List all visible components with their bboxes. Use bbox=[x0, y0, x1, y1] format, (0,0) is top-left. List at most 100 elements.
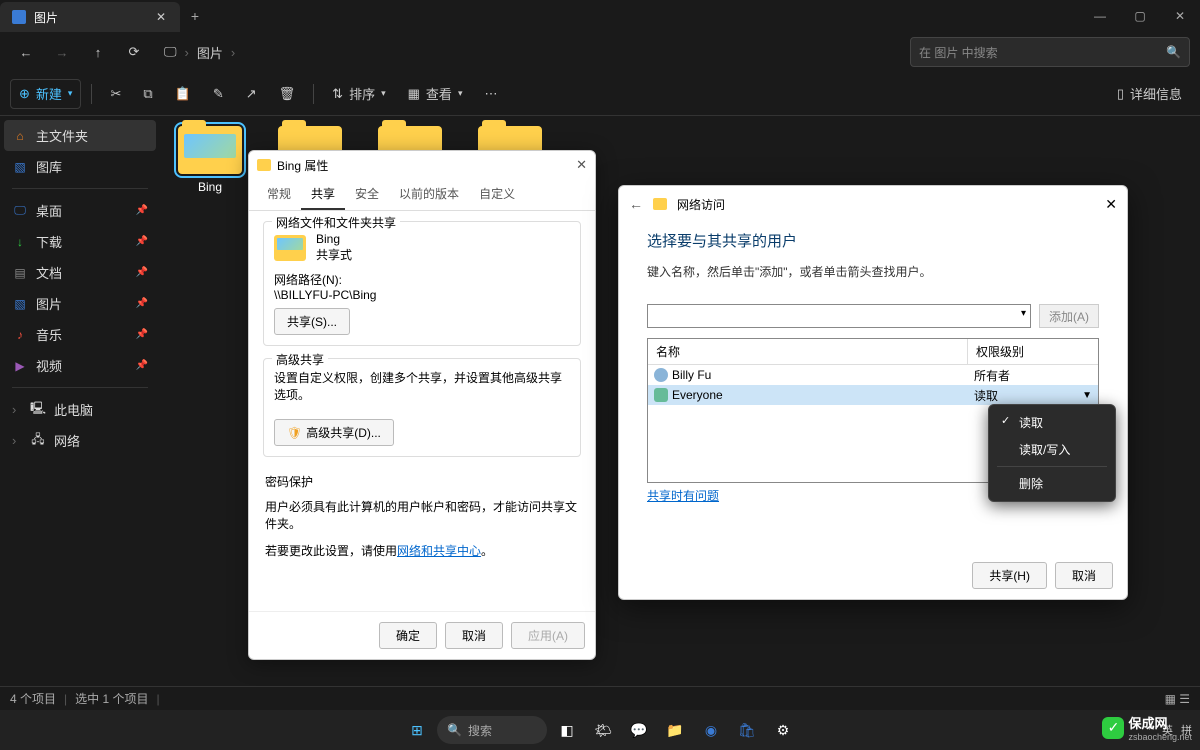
netpath-value: \\BILLYFU-PC\Bing bbox=[274, 288, 570, 302]
close-button[interactable]: ✕ bbox=[1160, 0, 1200, 32]
sidebar-item-thispc[interactable]: ›🖳此电脑 bbox=[0, 394, 160, 425]
sidebar-item-videos[interactable]: ▶视频📌 bbox=[0, 350, 160, 381]
table-row[interactable]: Billy Fu 所有者 bbox=[648, 365, 1098, 385]
delete-button[interactable]: 🗑 bbox=[271, 79, 304, 109]
tab-general[interactable]: 常规 bbox=[257, 179, 301, 210]
cut-button[interactable]: ✂ bbox=[102, 79, 129, 109]
active-tab[interactable]: 图片 ✕ bbox=[0, 2, 180, 32]
network-center-link[interactable]: 网络和共享中心 bbox=[397, 544, 481, 558]
share-button[interactable]: 共享(H) bbox=[972, 562, 1047, 589]
help-link[interactable]: 共享时有问题 bbox=[647, 489, 719, 503]
menu-item-remove[interactable]: 删除 bbox=[993, 470, 1111, 497]
start-button[interactable]: ⊞ bbox=[401, 714, 433, 746]
close-tab-icon[interactable]: ✕ bbox=[154, 10, 168, 24]
breadcrumb-item[interactable]: 图片 bbox=[197, 43, 223, 62]
more-button[interactable]: ⋯ bbox=[476, 79, 505, 109]
refresh-button[interactable]: ⟳ bbox=[118, 36, 150, 68]
new-button[interactable]: ⊕ 新建 ▾ bbox=[10, 79, 81, 109]
properties-dialog: Bing 属性 ✕ 常规 共享 安全 以前的版本 自定义 网络文件和文件夹共享 … bbox=[248, 150, 596, 660]
sidebar-item-documents[interactable]: ▤文档📌 bbox=[0, 257, 160, 288]
maximize-button[interactable]: ▢ bbox=[1120, 0, 1160, 32]
dialog-footer: 共享(H) 取消 bbox=[619, 552, 1127, 599]
watermark-logo: ✓ bbox=[1102, 717, 1124, 739]
taskbar-search[interactable]: 🔍搜索 bbox=[437, 716, 547, 744]
edge-icon[interactable]: ◉ bbox=[695, 714, 727, 746]
chevron-down-icon[interactable]: ▼ bbox=[1082, 390, 1092, 401]
chevron-right-icon: › bbox=[231, 45, 235, 60]
apply-button[interactable]: 应用(A) bbox=[511, 622, 585, 649]
dialog-title: Bing 属性 bbox=[277, 157, 328, 174]
tab-custom[interactable]: 自定义 bbox=[469, 179, 525, 210]
ok-button[interactable]: 确定 bbox=[379, 622, 437, 649]
taskbar: ⊞ 🔍搜索 ◧ 🌤 💬 📁 ◉ 🛍 ⚙ ^ 英 拼 bbox=[0, 710, 1200, 750]
nav-bar: ← → ↑ ⟳ 🖵 › 图片 › 在 图片 中搜索 🔍 bbox=[0, 32, 1200, 72]
share-button[interactable]: 共享(S)... bbox=[274, 308, 350, 335]
rename-button[interactable]: ✎ bbox=[205, 79, 232, 109]
menu-item-readwrite[interactable]: 读取/写入 bbox=[993, 436, 1111, 463]
back-icon[interactable]: ← bbox=[629, 196, 643, 212]
desktop-icon: 🖵 bbox=[12, 203, 28, 219]
tab-security[interactable]: 安全 bbox=[345, 179, 389, 210]
sidebar-item-network[interactable]: ›🖧网络 bbox=[0, 425, 160, 456]
close-icon[interactable]: ✕ bbox=[576, 157, 587, 173]
cancel-button[interactable]: 取消 bbox=[1055, 562, 1113, 589]
group-title: 网络文件和文件夹共享 bbox=[272, 214, 400, 231]
pin-icon: 📌 bbox=[136, 298, 148, 309]
chevron-down-icon: ▾ bbox=[381, 88, 386, 99]
dialog-tabs: 常规 共享 安全 以前的版本 自定义 bbox=[249, 179, 595, 211]
close-icon[interactable]: ✕ bbox=[1105, 196, 1117, 213]
share-button[interactable]: ↗ bbox=[238, 79, 265, 109]
sidebar-item-gallery[interactable]: ▧图库 bbox=[0, 151, 160, 182]
group-text: 用户必须具有此计算机的用户帐户和密码，才能访问共享文件夹。 bbox=[265, 498, 579, 532]
forward-button[interactable]: → bbox=[46, 36, 78, 68]
task-view-button[interactable]: ◧ bbox=[551, 714, 583, 746]
copy-button[interactable]: ⧉ bbox=[135, 79, 160, 109]
video-icon: ▶ bbox=[12, 358, 28, 374]
folder-bing[interactable]: Bing bbox=[170, 126, 250, 194]
network-icon: 🖧 bbox=[30, 433, 46, 449]
details-button[interactable]: ▯ 详细信息 bbox=[1109, 79, 1190, 109]
advanced-share-group: 高级共享 设置自定义权限，创建多个共享，并设置其他高级共享选项。 🛡高级共享(D… bbox=[263, 358, 581, 457]
minimize-button[interactable]: — bbox=[1080, 0, 1120, 32]
item-count: 4 个项目 bbox=[10, 690, 56, 707]
paste-button[interactable]: 📋 bbox=[167, 79, 199, 109]
sort-button[interactable]: ⇅ 排序 ▾ bbox=[324, 79, 393, 109]
cancel-button[interactable]: 取消 bbox=[445, 622, 503, 649]
sidebar-item-home[interactable]: ⌂主文件夹 bbox=[4, 120, 156, 151]
view-toggle[interactable]: ▦ ☰ bbox=[1165, 692, 1190, 706]
group-title: 高级共享 bbox=[272, 351, 328, 368]
dialog-header: ← 网络访问 ✕ bbox=[619, 186, 1127, 222]
permission-context-menu: 读取 读取/写入 删除 bbox=[988, 404, 1116, 502]
app-icon[interactable]: ⚙ bbox=[767, 714, 799, 746]
sidebar-item-downloads[interactable]: ↓下载📌 bbox=[0, 226, 160, 257]
explorer-icon[interactable]: 📁 bbox=[659, 714, 691, 746]
back-button[interactable]: ← bbox=[10, 36, 42, 68]
app-icon[interactable]: 💬 bbox=[623, 714, 655, 746]
up-button[interactable]: ↑ bbox=[82, 36, 114, 68]
table-row[interactable]: Everyone 读取▼ bbox=[648, 385, 1098, 405]
tab-previous[interactable]: 以前的版本 bbox=[389, 179, 469, 210]
col-name[interactable]: 名称 bbox=[648, 339, 968, 364]
advanced-share-button[interactable]: 🛡高级共享(D)... bbox=[274, 419, 394, 446]
menu-item-read[interactable]: 读取 bbox=[993, 409, 1111, 436]
col-permission[interactable]: 权限级别 bbox=[968, 339, 1098, 364]
tab-sharing[interactable]: 共享 bbox=[301, 179, 345, 210]
trash-icon: 🗑 bbox=[279, 86, 296, 102]
breadcrumb[interactable]: 🖵 › 图片 › bbox=[164, 43, 235, 62]
sidebar-item-desktop[interactable]: 🖵桌面📌 bbox=[0, 195, 160, 226]
store-icon[interactable]: 🛍 bbox=[731, 714, 763, 746]
group-title: 密码保护 bbox=[265, 473, 579, 490]
pin-icon: 📌 bbox=[136, 329, 148, 340]
gallery-icon: ▧ bbox=[12, 159, 28, 175]
app-icon[interactable]: 🌤 bbox=[587, 714, 619, 746]
separator bbox=[313, 84, 314, 104]
view-icon: ▦ bbox=[408, 86, 420, 102]
search-input[interactable]: 在 图片 中搜索 🔍 bbox=[910, 37, 1190, 67]
chevron-right-icon: › bbox=[12, 402, 22, 417]
sidebar-item-pictures[interactable]: ▧图片📌 bbox=[0, 288, 160, 319]
sidebar-item-music[interactable]: ♪音乐📌 bbox=[0, 319, 160, 350]
add-button[interactable]: 添加(A) bbox=[1039, 304, 1099, 328]
view-button[interactable]: ▦ 查看 ▾ bbox=[400, 79, 471, 109]
new-tab-button[interactable]: + bbox=[180, 0, 210, 32]
user-combobox[interactable]: ▾ bbox=[647, 304, 1031, 328]
